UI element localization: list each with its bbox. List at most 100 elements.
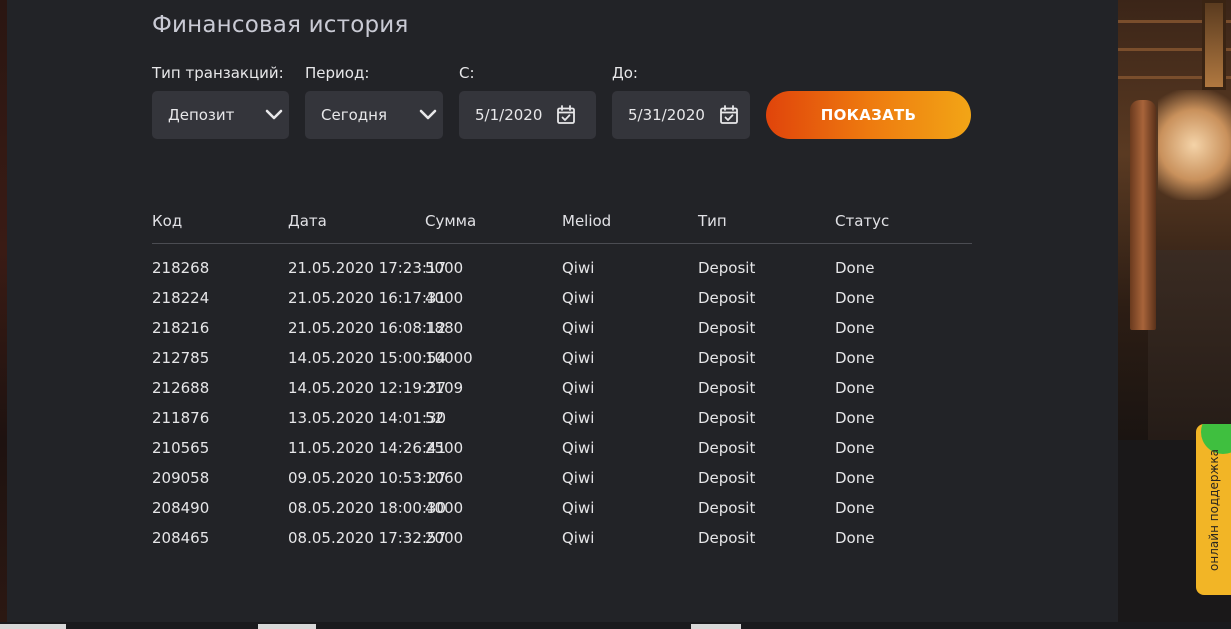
date-from-label: С: bbox=[459, 64, 475, 82]
cell-code: 218216 bbox=[152, 319, 210, 337]
cell-date: 13.05.2020 14:01:30 bbox=[288, 409, 447, 427]
cell-method: Qiwi bbox=[562, 259, 595, 277]
cell-code: 212688 bbox=[152, 379, 210, 397]
cell-type: Deposit bbox=[698, 349, 756, 367]
calendar-check-icon[interactable] bbox=[556, 105, 576, 125]
table-row: 218224 21.05.2020 16:17:31 4000 Qiwi Dep… bbox=[0, 289, 1000, 319]
cell-date: 14.05.2020 12:19:37 bbox=[288, 379, 447, 397]
cell-method: Qiwi bbox=[562, 349, 595, 367]
cell-status: Done bbox=[835, 379, 875, 397]
cell-status: Done bbox=[835, 439, 875, 457]
chevron-down-icon bbox=[413, 109, 443, 121]
date-from-input[interactable]: 5/1/2020 bbox=[459, 91, 596, 139]
period-label: Период: bbox=[305, 64, 370, 82]
cell-method: Qiwi bbox=[562, 529, 595, 547]
cell-status: Done bbox=[835, 349, 875, 367]
cell-code: 210565 bbox=[152, 439, 210, 457]
cell-method: Qiwi bbox=[562, 289, 595, 307]
cell-type: Deposit bbox=[698, 439, 756, 457]
table-header-divider bbox=[152, 243, 972, 244]
table-row: 208465 08.05.2020 17:32:57 2000 Qiwi Dep… bbox=[0, 529, 1000, 559]
cell-date: 21.05.2020 17:23:17 bbox=[288, 259, 447, 277]
date-to-label: До: bbox=[612, 64, 638, 82]
cell-amount: 2500 bbox=[425, 439, 464, 457]
cell-date: 08.05.2020 18:00:30 bbox=[288, 499, 447, 517]
cell-method: Qiwi bbox=[562, 469, 595, 487]
cell-method: Qiwi bbox=[562, 499, 595, 517]
column-header-method: Meliod bbox=[562, 212, 612, 230]
cell-amount: 5000 bbox=[425, 259, 464, 277]
table-row: 218216 21.05.2020 16:08:12 1880 Qiwi Dep… bbox=[0, 319, 1000, 349]
column-header-code: Код bbox=[152, 212, 183, 230]
cell-amount: 4000 bbox=[425, 289, 464, 307]
taskbar-item[interactable] bbox=[0, 624, 66, 629]
cell-method: Qiwi bbox=[562, 439, 595, 457]
cell-code: 208490 bbox=[152, 499, 210, 517]
transaction-type-value: Депозит bbox=[168, 106, 235, 124]
table-row: 211876 13.05.2020 14:01:30 52 Qiwi Depos… bbox=[0, 409, 1000, 439]
cell-status: Done bbox=[835, 469, 875, 487]
cell-type: Deposit bbox=[698, 499, 756, 517]
table-row: 210565 11.05.2020 14:26:41 2500 Qiwi Dep… bbox=[0, 439, 1000, 469]
cell-type: Deposit bbox=[698, 379, 756, 397]
taskbar-item[interactable] bbox=[258, 624, 316, 629]
period-value: Сегодня bbox=[321, 106, 387, 124]
cell-type: Deposit bbox=[698, 409, 756, 427]
cell-date: 21.05.2020 16:17:31 bbox=[288, 289, 447, 307]
page-title: Финансовая история bbox=[152, 12, 409, 38]
cell-amount: 1060 bbox=[425, 469, 464, 487]
transaction-type-label: Тип транзакций: bbox=[152, 64, 284, 82]
date-from-value: 5/1/2020 bbox=[475, 106, 543, 124]
column-header-amount: Сумма bbox=[425, 212, 477, 230]
cell-type: Deposit bbox=[698, 469, 756, 487]
cell-code: 212785 bbox=[152, 349, 210, 367]
background-scene-image bbox=[1118, 0, 1231, 440]
cell-status: Done bbox=[835, 499, 875, 517]
cell-code: 209058 bbox=[152, 469, 210, 487]
period-select[interactable]: Сегодня bbox=[305, 91, 443, 139]
table-row: 212785 14.05.2020 15:00:54 10000 Qiwi De… bbox=[0, 349, 1000, 379]
cell-date: 08.05.2020 17:32:57 bbox=[288, 529, 447, 547]
cell-method: Qiwi bbox=[562, 379, 595, 397]
cell-date: 14.05.2020 15:00:54 bbox=[288, 349, 447, 367]
calendar-check-icon[interactable] bbox=[719, 105, 739, 125]
online-support-button[interactable]: онлайн поддержка bbox=[1196, 424, 1231, 595]
date-to-input[interactable]: 5/31/2020 bbox=[612, 91, 750, 139]
cell-type: Deposit bbox=[698, 529, 756, 547]
show-button[interactable]: ПОКАЗАТЬ bbox=[766, 91, 971, 139]
cell-method: Qiwi bbox=[562, 319, 595, 337]
cell-amount: 10000 bbox=[425, 349, 473, 367]
cell-status: Done bbox=[835, 289, 875, 307]
cell-status: Done bbox=[835, 529, 875, 547]
cell-date: 09.05.2020 10:53:27 bbox=[288, 469, 447, 487]
cell-amount: 4000 bbox=[425, 499, 464, 517]
table-row: 208490 08.05.2020 18:00:30 4000 Qiwi Dep… bbox=[0, 499, 1000, 529]
online-support-label: онлайн поддержка bbox=[1206, 448, 1221, 571]
transaction-type-select[interactable]: Депозит bbox=[152, 91, 289, 139]
taskbar-item[interactable] bbox=[691, 624, 741, 629]
cell-code: 218224 bbox=[152, 289, 210, 307]
cell-amount: 52 bbox=[425, 409, 445, 427]
cell-code: 208465 bbox=[152, 529, 210, 547]
cell-status: Done bbox=[835, 319, 875, 337]
column-header-date: Дата bbox=[288, 212, 327, 230]
chevron-down-icon bbox=[259, 109, 289, 121]
cell-type: Deposit bbox=[698, 289, 756, 307]
cell-type: Deposit bbox=[698, 259, 756, 277]
cell-amount: 2109 bbox=[425, 379, 464, 397]
cell-date: 11.05.2020 14:26:41 bbox=[288, 439, 447, 457]
table-row: 209058 09.05.2020 10:53:27 1060 Qiwi Dep… bbox=[0, 469, 1000, 499]
cell-date: 21.05.2020 16:08:12 bbox=[288, 319, 447, 337]
table-row: 218268 21.05.2020 17:23:17 5000 Qiwi Dep… bbox=[0, 259, 1000, 289]
column-header-status: Статус bbox=[835, 212, 890, 230]
cell-amount: 2000 bbox=[425, 529, 464, 547]
cell-amount: 1880 bbox=[425, 319, 464, 337]
column-header-type: Тип bbox=[698, 212, 727, 230]
cell-type: Deposit bbox=[698, 319, 756, 337]
date-to-value: 5/31/2020 bbox=[628, 106, 705, 124]
table-row: 212688 14.05.2020 12:19:37 2109 Qiwi Dep… bbox=[0, 379, 1000, 409]
cell-status: Done bbox=[835, 409, 875, 427]
taskbar-strip bbox=[0, 622, 1231, 629]
cell-code: 218268 bbox=[152, 259, 210, 277]
cell-code: 211876 bbox=[152, 409, 210, 427]
